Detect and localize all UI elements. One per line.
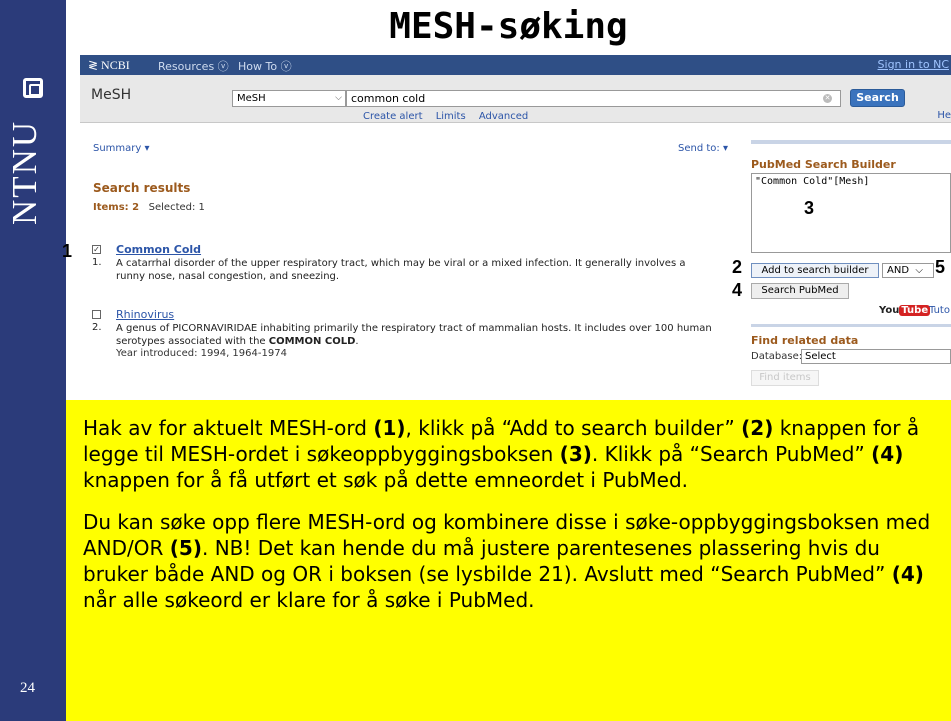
ncbi-mesh-screenshot: ≷ NCBI Resources ⓥ How To ⓥ Sign in to N… xyxy=(80,55,951,400)
instruction-ref: (1) xyxy=(373,416,406,440)
related-database-select[interactable]: Select xyxy=(801,349,951,364)
items-count: Items: 2 Selected: 1 xyxy=(93,202,205,213)
slide-title: MESH-søking xyxy=(389,6,628,47)
instruction-ref: (4) xyxy=(871,442,904,466)
instruction-ref: (3) xyxy=(559,442,592,466)
result-description-end: . xyxy=(355,336,359,347)
search-band: MeSH MeSH ⌵ common cold ✕ Search Create … xyxy=(80,75,951,123)
search-builder-heading: PubMed Search Builder xyxy=(751,158,896,171)
instruction-ref: (5) xyxy=(169,536,202,560)
result-description: A catarrhal disorder of the upper respir… xyxy=(116,258,686,282)
results-heading: Search results xyxy=(93,181,191,195)
callout-number-5: 5 xyxy=(935,257,946,277)
search-input[interactable]: common cold ✕ xyxy=(346,90,841,107)
callout-number-3: 3 xyxy=(804,198,815,218)
instruction-ref: (4) xyxy=(891,562,924,586)
result-checkbox[interactable] xyxy=(92,310,101,319)
boolean-operator-select[interactable]: AND ⌵ xyxy=(882,263,934,278)
search-links: Create alert Limits Advanced xyxy=(363,111,538,122)
instruction-text: knappen for å få utført et søk på dette … xyxy=(83,468,689,492)
search-builder-textarea[interactable]: "Common Cold"[Mesh] xyxy=(751,173,951,253)
search-pubmed-button[interactable]: Search PubMed xyxy=(751,283,849,299)
boolean-operator-value: AND xyxy=(887,265,910,276)
instruction-text: Hak av for aktuelt MESH-ord xyxy=(83,416,374,440)
instruction-ref: (2) xyxy=(741,416,774,440)
chevron-down-icon: ⌵ xyxy=(912,265,923,276)
result-number: 2. xyxy=(92,322,102,333)
advanced-link[interactable]: Advanced xyxy=(479,111,528,122)
find-items-button[interactable]: Find items xyxy=(751,370,819,386)
database-select-value: MeSH xyxy=(237,93,266,104)
related-database-value: Select xyxy=(805,351,836,362)
callout-number-2: 2 xyxy=(732,257,743,277)
panel-divider xyxy=(751,140,951,144)
result-description-text: A genus of PICORNAVIRIDAE inhabiting pri… xyxy=(116,323,712,347)
ntnu-brand-text: NTNU xyxy=(5,119,44,226)
help-link[interactable]: He xyxy=(937,110,951,121)
result-description-keyword: COMMON COLD xyxy=(268,336,356,347)
items-selected: Selected: 1 xyxy=(148,202,205,213)
instruction-text: . Klikk på “Search PubMed” xyxy=(591,442,872,466)
find-related-heading: Find related data xyxy=(751,334,859,347)
instruction-paragraph-1: Hak av for aktuelt MESH-ord (1), klikk p… xyxy=(83,415,941,493)
howto-menu[interactable]: How To ⓥ xyxy=(238,58,292,74)
instruction-text: , klikk på “Add to search builder” xyxy=(405,416,742,440)
resources-menu[interactable]: Resources ⓥ xyxy=(158,58,229,74)
result-title-link[interactable]: Rhinovirus xyxy=(116,308,174,321)
database-select[interactable]: MeSH ⌵ xyxy=(232,90,346,107)
result-year-introduced: Year introduced: 1994, 1964-1974 xyxy=(116,348,287,359)
ncbi-top-bar: ≷ NCBI Resources ⓥ How To ⓥ Sign in to N… xyxy=(80,55,951,75)
result-checkbox[interactable]: ✓ xyxy=(92,245,101,254)
search-button[interactable]: Search xyxy=(850,89,905,107)
ncbi-logo[interactable]: ≷ NCBI xyxy=(88,58,130,73)
youtube-logo[interactable]: You Tube xyxy=(879,305,931,316)
tutorial-link[interactable]: Tuto xyxy=(929,305,950,316)
add-to-search-builder-button[interactable]: Add to search builder xyxy=(751,263,879,278)
create-alert-link[interactable]: Create alert xyxy=(363,111,423,122)
right-panel: PubMed Search Builder "Common Cold"[Mesh… xyxy=(751,140,951,400)
summary-dropdown[interactable]: Summary ▾ xyxy=(93,143,150,154)
database-title: MeSH xyxy=(91,87,132,103)
chevron-down-icon: ⌵ xyxy=(335,93,342,103)
result-title-link[interactable]: Common Cold xyxy=(116,243,201,256)
result-description: A genus of PICORNAVIRIDAE inhabiting pri… xyxy=(116,322,716,348)
result-number: 1. xyxy=(92,257,102,268)
youtube-tube: Tube xyxy=(899,305,931,316)
instruction-box: Hak av for aktuelt MESH-ord (1), klikk p… xyxy=(66,400,951,721)
instruction-paragraph-2: Du kan søke opp flere MESH-ord og kombin… xyxy=(83,509,941,613)
callout-number-1: 1 xyxy=(62,241,73,261)
limits-link[interactable]: Limits xyxy=(436,111,466,122)
database-label: Database: xyxy=(751,351,803,362)
panel-divider xyxy=(751,324,951,327)
slide-number: 24 xyxy=(20,680,35,696)
instruction-text: når alle søkeord er klare for å søke i P… xyxy=(83,588,535,612)
ntnu-side-bar: NTNU 24 xyxy=(0,0,66,721)
clear-icon[interactable]: ✕ xyxy=(823,94,832,103)
sign-in-link[interactable]: Sign in to NC xyxy=(878,58,949,71)
instruction-text: . NB! Det kan hende du må justere parent… xyxy=(83,536,892,586)
ntnu-logo-icon xyxy=(23,78,43,98)
youtube-you: You xyxy=(879,305,900,316)
search-input-value: common cold xyxy=(351,92,426,105)
send-to-dropdown[interactable]: Send to: ▾ xyxy=(678,143,728,154)
callout-number-4: 4 xyxy=(732,280,743,300)
items-total: Items: 2 xyxy=(93,202,140,213)
